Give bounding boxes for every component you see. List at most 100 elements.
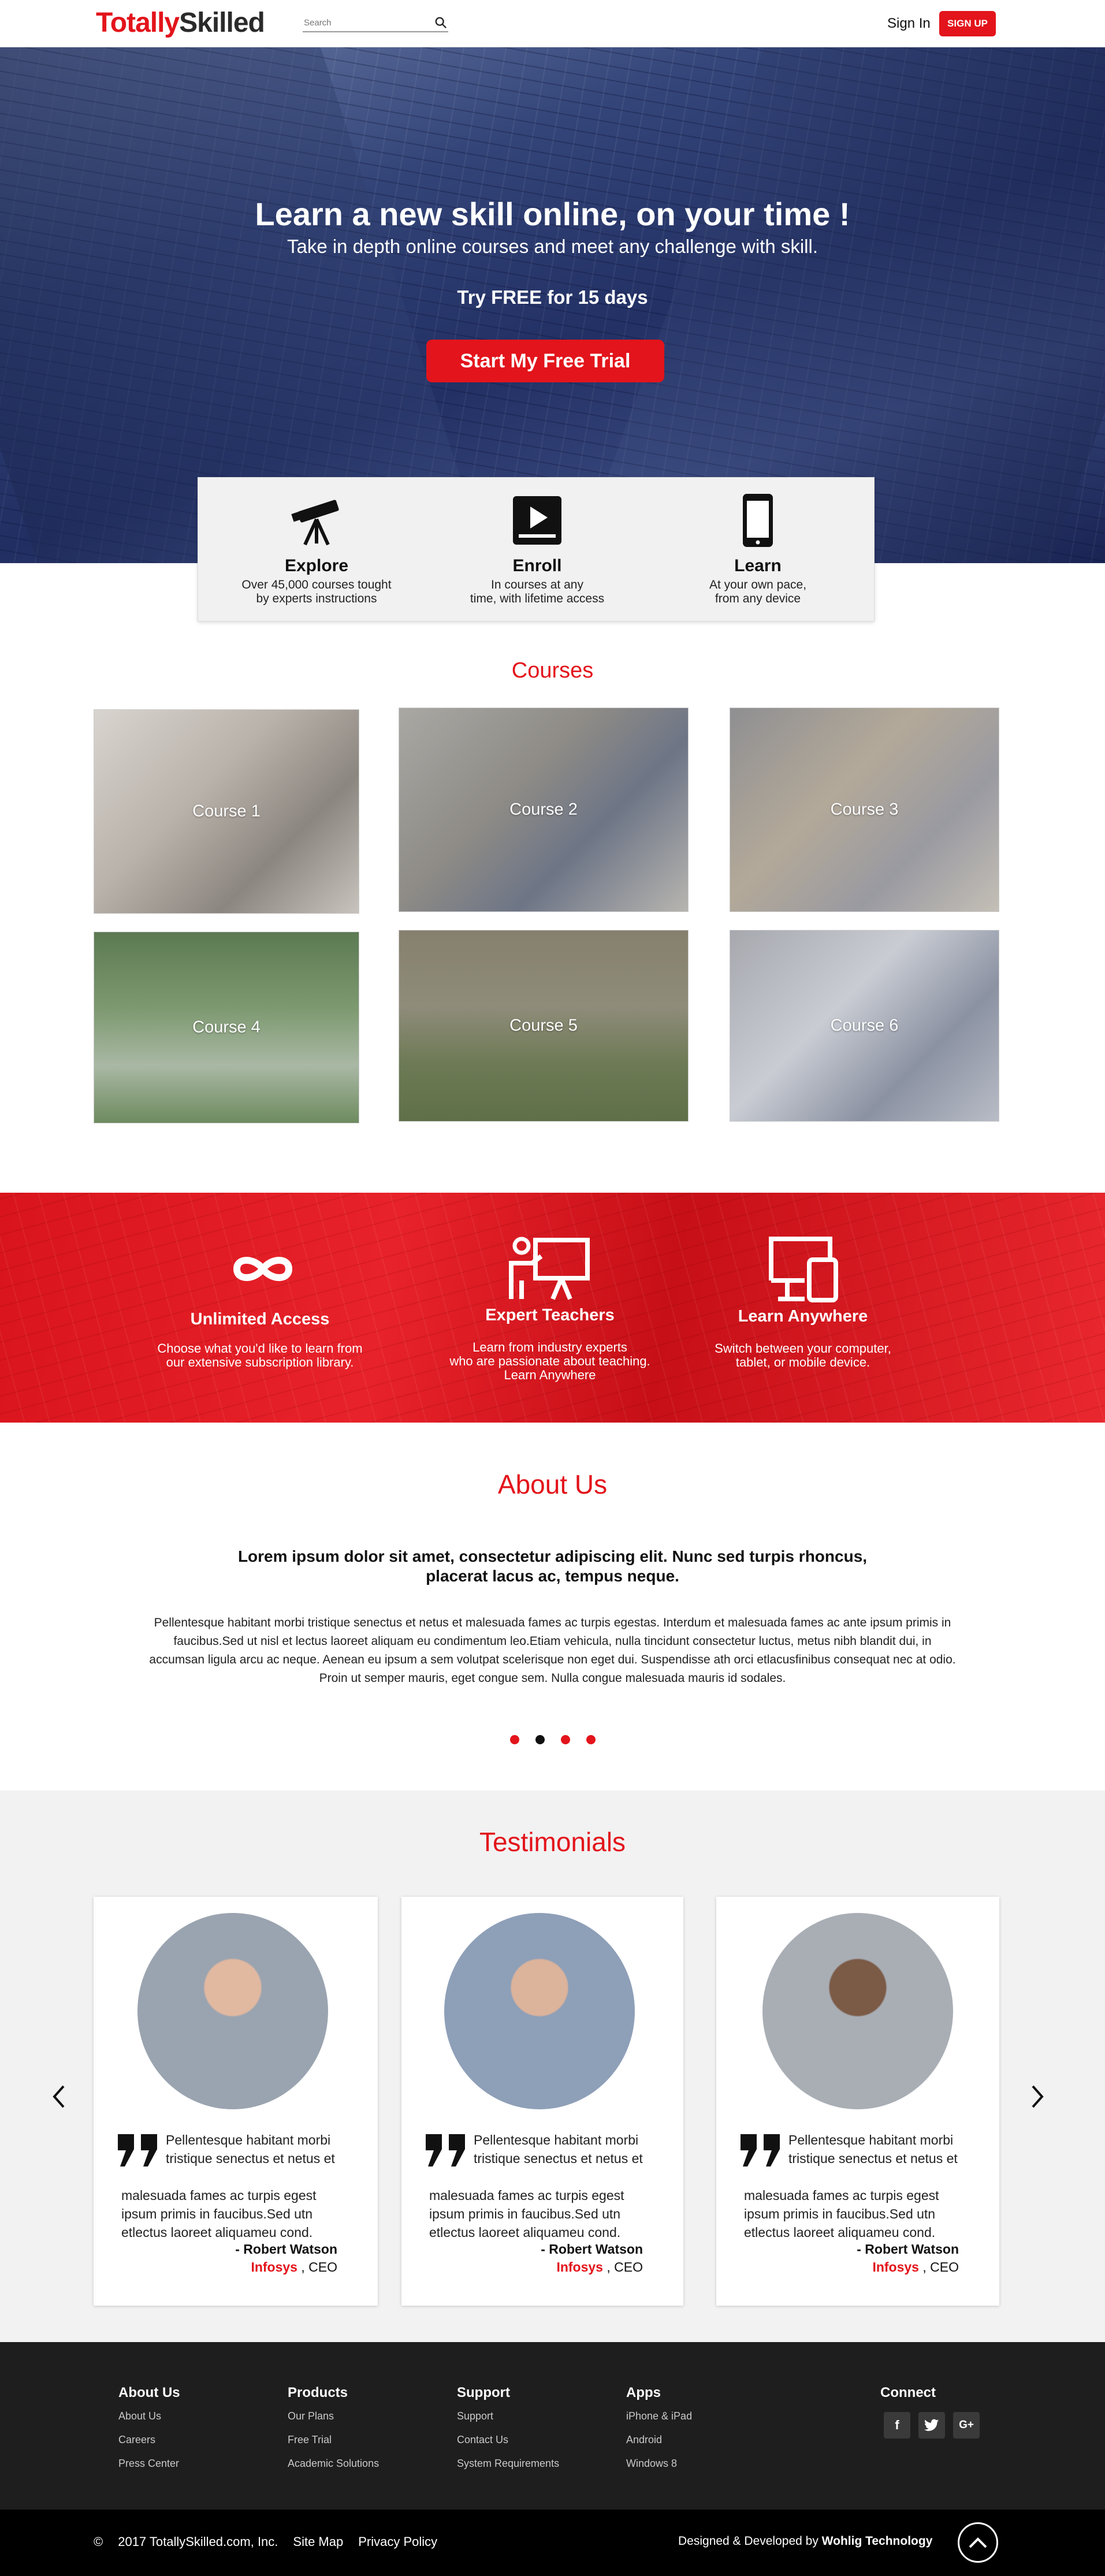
benefit-desc-line: our extensive subscription library. xyxy=(166,1355,354,1369)
designed-by-company[interactable]: Wohlig Technology xyxy=(822,2534,933,2548)
testimonial-quote-cont: malesuada fames ac turpis egest ipsum pri… xyxy=(744,2186,973,2242)
bottom-bar-left: © 2017 TotallySkilled.com, Inc. Site Map Pr… xyxy=(94,2534,452,2549)
course-card[interactable]: Course 3 xyxy=(730,708,999,912)
feature-desc-line: time, with lifetime access xyxy=(470,592,605,605)
bottom-bar: © 2017 TotallySkilled.com, Inc. Site Map Pr… xyxy=(0,2510,1105,2576)
benefit-title: Unlimited Access xyxy=(190,1310,330,1328)
hero-subtitle: Take in depth online courses and meet an… xyxy=(287,236,818,257)
carousel-dot-active[interactable] xyxy=(535,1735,545,1744)
footer-link[interactable]: About Us xyxy=(118,2410,180,2422)
back-to-top-button[interactable] xyxy=(958,2522,998,2563)
quote-line: malesuada fames ac turpis egest xyxy=(121,2188,317,2203)
feature-desc-line: from any device xyxy=(715,592,801,605)
footer-column-support: Support Support Contact Us System Requir… xyxy=(457,2385,559,2481)
footer-link[interactable]: Android xyxy=(626,2434,692,2446)
quote-icon xyxy=(741,2134,780,2166)
testimonial-quote: Pellentesque habitant morbi tristique sen… xyxy=(788,2131,973,2168)
feature-desc-line: Over 45,000 courses tought xyxy=(241,578,392,591)
avatar xyxy=(444,1913,635,2109)
benefit-learn-anywhere: Learn Anywhere Switch between your compu… xyxy=(682,1193,924,1423)
feature-enroll: Enroll In courses at any time, with lifet… xyxy=(442,478,633,622)
course-card[interactable]: Course 1 xyxy=(94,709,359,914)
footer-link[interactable]: Our Plans xyxy=(288,2410,379,2422)
footer-link[interactable]: Press Center xyxy=(118,2458,180,2470)
course-card[interactable]: Course 4 xyxy=(94,932,359,1123)
footer-link[interactable]: Windows 8 xyxy=(626,2458,692,2470)
course-label: Course 4 xyxy=(192,1018,261,1037)
start-free-trial-button[interactable]: Start My Free Trial xyxy=(426,340,664,382)
feature-desc-line: by experts instructions xyxy=(256,592,377,605)
about-title: About Us xyxy=(497,1469,608,1499)
quote-icon xyxy=(118,2134,157,2166)
sitemap-link[interactable]: Site Map xyxy=(293,2534,343,2549)
author-role: , CEO xyxy=(602,2259,643,2275)
carousel-dot[interactable] xyxy=(586,1735,596,1744)
quote-line: ipsum primis in faucibus.Sed utn xyxy=(121,2206,313,2221)
benefit-expert-teachers: Expert Teachers Learn from industry expe… xyxy=(429,1193,671,1423)
feature-desc: In courses at any time, with lifetime acc… xyxy=(442,578,633,606)
testimonial-quote-cont: malesuada fames ac turpis egest ipsum pri… xyxy=(121,2186,351,2242)
testimonial-company: Infosys , CEO xyxy=(556,2259,643,2275)
footer-link[interactable]: Contact Us xyxy=(457,2434,559,2446)
feature-title: Explore xyxy=(284,556,349,575)
hero-title: Learn a new skill online, on your time ! xyxy=(255,196,850,232)
company-name: Infosys xyxy=(251,2259,297,2275)
privacy-link[interactable]: Privacy Policy xyxy=(358,2534,437,2549)
course-label: Course 5 xyxy=(509,1016,578,1035)
quote-line: tristique senectus et netus et xyxy=(166,2151,335,2166)
twitter-icon[interactable] xyxy=(918,2412,945,2439)
testimonial-card: Pellentesque habitant morbi tristique sen… xyxy=(716,1897,999,2306)
telescope-icon xyxy=(291,500,339,546)
footer-link[interactable]: Support xyxy=(457,2410,559,2422)
search-input[interactable] xyxy=(303,15,424,30)
benefit-title: Expert Teachers xyxy=(485,1306,615,1324)
footer-link[interactable]: Careers xyxy=(118,2434,180,2446)
quote-line: Pellentesque habitant morbi xyxy=(788,2132,954,2147)
course-label: Course 2 xyxy=(509,800,578,819)
search-icon[interactable] xyxy=(434,16,447,29)
testimonial-quote-cont: malesuada fames ac turpis egest ipsum pri… xyxy=(429,2186,658,2242)
signin-link[interactable]: Sign In xyxy=(887,16,931,32)
footer-column-products: Products Our Plans Free Trial Academic S… xyxy=(288,2385,379,2481)
feature-desc: Over 45,000 courses tought by experts ins… xyxy=(221,578,412,606)
carousel-dots xyxy=(0,1735,1105,1747)
testimonials-title: Testimonials xyxy=(479,1827,626,1857)
facebook-icon[interactable]: f xyxy=(884,2412,910,2439)
teacher-board-icon xyxy=(509,1237,590,1300)
footer-link[interactable]: Academic Solutions xyxy=(288,2458,379,2470)
chevron-right-icon[interactable] xyxy=(1029,2084,1046,2109)
quote-icon xyxy=(426,2134,465,2166)
signup-button[interactable]: SIGN UP xyxy=(939,11,996,36)
course-card[interactable]: Course 5 xyxy=(399,930,689,1122)
footer-heading: Apps xyxy=(626,2385,661,2400)
benefit-desc-line: Learn Anywhere xyxy=(504,1368,596,1382)
feature-desc: At your own pace, from any device xyxy=(663,578,853,606)
search-box xyxy=(303,15,448,32)
site-header: TotallySkilled Sign In SIGN UP xyxy=(0,0,1105,47)
footer-link[interactable]: iPhone & iPad xyxy=(626,2410,692,2422)
logo-part1: Totally xyxy=(96,8,180,38)
about-body: Pellentesque habitant morbi tristique se… xyxy=(149,1616,956,1685)
quote-line: ipsum primis in faucibus.Sed utn xyxy=(744,2206,936,2221)
twitter-bird-icon xyxy=(924,2419,939,2431)
about-lead: Lorem ipsum dolor sit amet, consectetur … xyxy=(237,1547,868,1585)
company-name: Infosys xyxy=(872,2259,919,2275)
site-logo[interactable]: TotallySkilled xyxy=(96,7,265,39)
benefit-unlimited-access: Unlimited Access Choose what you'd like … xyxy=(139,1193,381,1423)
benefit-desc: Choose what you'd like to learn from our … xyxy=(139,1342,381,1369)
courses-title: Courses xyxy=(511,658,594,683)
carousel-dot[interactable] xyxy=(560,1735,570,1744)
course-label: Course 1 xyxy=(192,802,261,821)
feature-title: Learn xyxy=(734,556,782,575)
google-plus-icon[interactable]: G+ xyxy=(953,2412,980,2439)
avatar xyxy=(762,1913,953,2109)
footer-link[interactable]: Free Trial xyxy=(288,2434,379,2446)
course-card[interactable]: Course 6 xyxy=(730,930,999,1122)
footer-link[interactable]: System Requirements xyxy=(457,2458,559,2470)
chevron-left-icon[interactable] xyxy=(51,2084,67,2109)
course-card[interactable]: Course 2 xyxy=(399,708,689,912)
quote-line: malesuada fames ac turpis egest xyxy=(744,2188,939,2203)
carousel-dot[interactable] xyxy=(509,1735,519,1744)
quote-line: etlectus laoreet aliquameu cond. xyxy=(744,2225,936,2240)
hero-trial-text: Try FREE for 15 days xyxy=(457,286,648,308)
